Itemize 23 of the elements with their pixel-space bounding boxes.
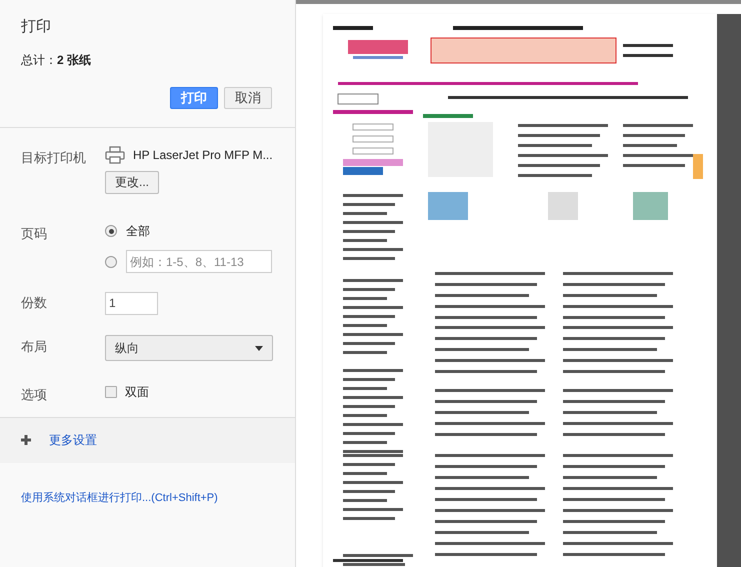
radio-button[interactable] [105, 256, 117, 268]
system-dialog-link[interactable]: 使用系统对话框进行打印...(Ctrl+Shift+P) [21, 492, 218, 504]
checkbox[interactable] [105, 386, 117, 398]
setting-label: 选项 [21, 386, 48, 404]
printer-name: HP LaserJet Pro MFP M... [133, 146, 273, 164]
more-settings-link[interactable]: 更多设置 [49, 431, 97, 449]
setting-label: 布局 [21, 338, 48, 356]
setting-label: 目标打印机 [21, 148, 87, 166]
plus-icon[interactable] [21, 435, 31, 445]
copies-field[interactable]: 1 [105, 292, 158, 314]
caret-icon [255, 346, 263, 350]
change-button[interactable]: 更改... [105, 170, 160, 194]
layout-dropdown[interactable]: 纵向 [105, 335, 273, 361]
dialog-title: 打印 [21, 17, 52, 37]
radio-button[interactable] [105, 225, 117, 237]
all-pages-label: 全部 [126, 223, 150, 240]
page-range-field[interactable]: 例如：1-5、8、11-13 [126, 250, 272, 273]
setting-label: 份数 [21, 294, 48, 312]
total-sheets: 总计：2 张纸 [21, 52, 92, 68]
setting-label: 页码 [21, 225, 48, 243]
cancel-button[interactable]: 取消 [224, 86, 272, 108]
duplex-label: 双面 [125, 384, 149, 401]
printer-icon [105, 146, 125, 164]
